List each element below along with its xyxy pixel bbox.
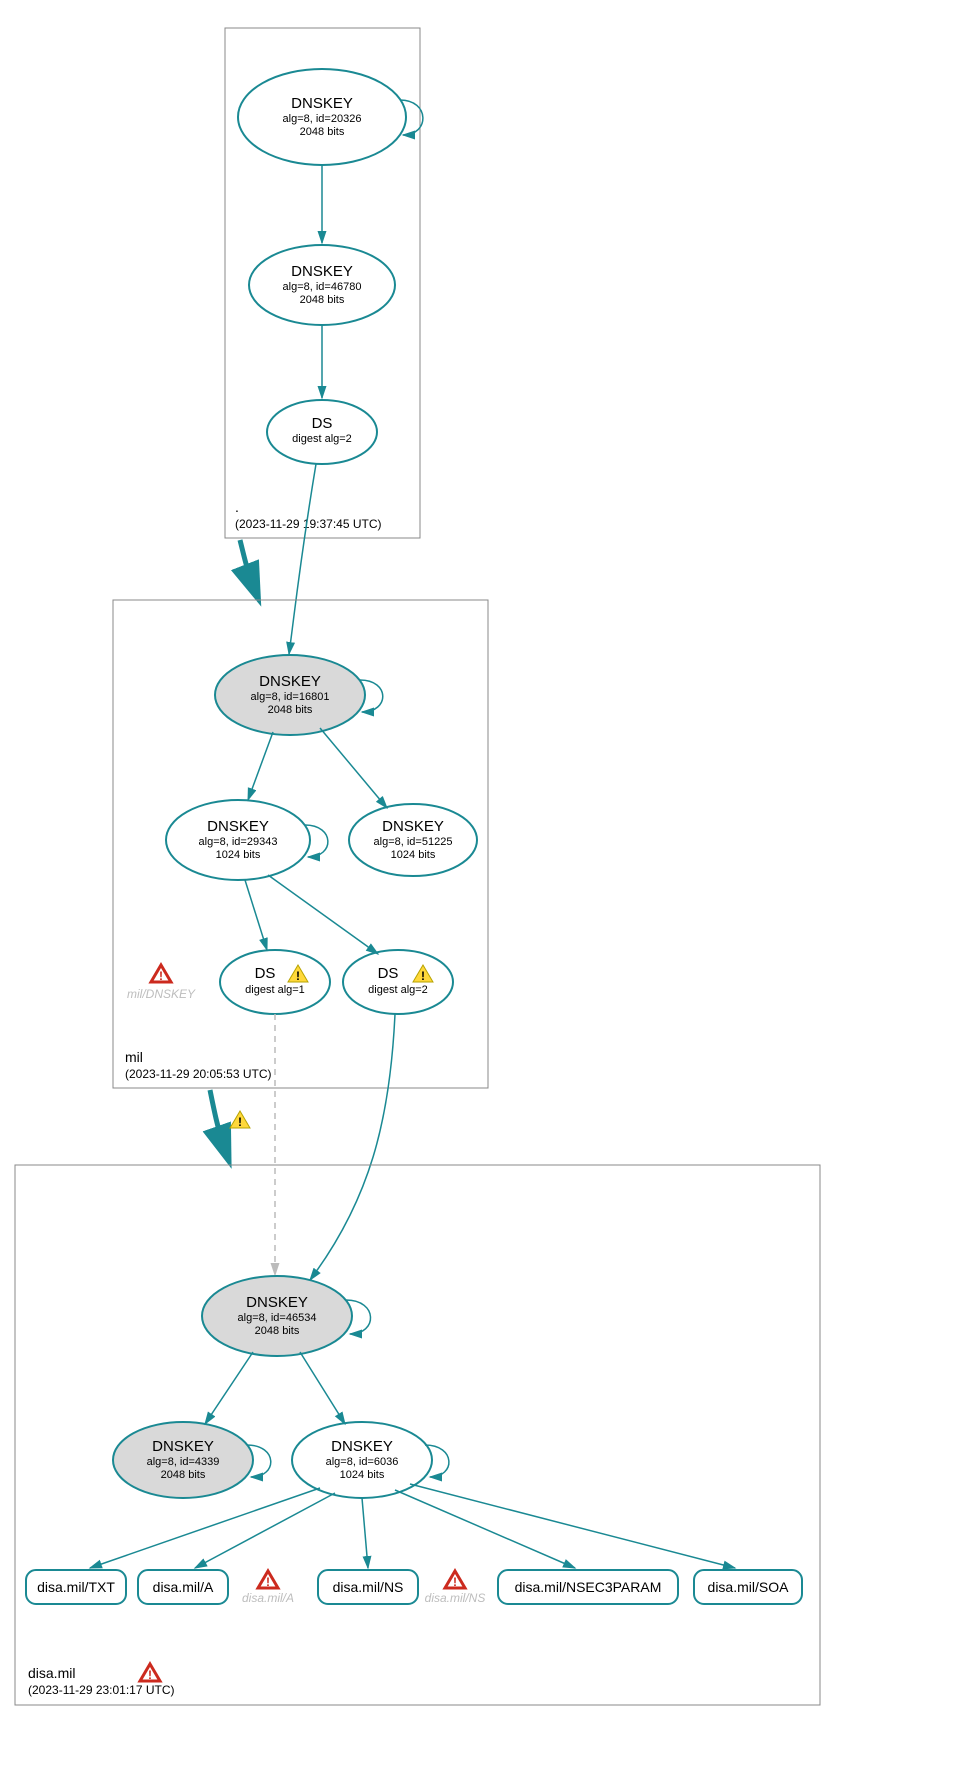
leaf-ns[interactable]: disa.mil/NS bbox=[318, 1570, 418, 1604]
edge bbox=[362, 1498, 368, 1568]
leaf-nsec3[interactable]: disa.mil/NSEC3PARAM bbox=[498, 1570, 678, 1604]
zone-root-timestamp: (2023-11-29 19:37:45 UTC) bbox=[235, 517, 382, 531]
svg-text:disa.mil/TXT: disa.mil/TXT bbox=[37, 1579, 115, 1595]
svg-text:alg=8, id=16801: alg=8, id=16801 bbox=[251, 691, 330, 703]
node-disa-oldkey[interactable]: DNSKEY alg=8, id=4339 2048 bits bbox=[113, 1422, 253, 1498]
zone-mil-timestamp: (2023-11-29 20:05:53 UTC) bbox=[125, 1067, 272, 1081]
svg-text:mil/DNSKEY: mil/DNSKEY bbox=[127, 987, 196, 1001]
svg-text:alg=8, id=20326: alg=8, id=20326 bbox=[283, 113, 362, 125]
node-root-ds[interactable]: DS digest alg=2 bbox=[267, 400, 377, 464]
edge-delegation-root-to-mil bbox=[240, 540, 254, 588]
error-icon bbox=[151, 965, 171, 983]
svg-text:digest alg=1: digest alg=1 bbox=[245, 984, 305, 996]
svg-text:2048 bits: 2048 bits bbox=[255, 1325, 300, 1337]
svg-text:DNSKEY: DNSKEY bbox=[291, 263, 353, 280]
svg-text:1024 bits: 1024 bits bbox=[216, 849, 261, 861]
edge bbox=[410, 1484, 735, 1568]
leaf-txt[interactable]: disa.mil/TXT bbox=[26, 1570, 126, 1604]
svg-text:DNSKEY: DNSKEY bbox=[152, 1438, 214, 1455]
svg-text:DNSKEY: DNSKEY bbox=[207, 818, 269, 835]
svg-text:DS: DS bbox=[255, 965, 276, 982]
svg-text:alg=8, id=46534: alg=8, id=46534 bbox=[238, 1312, 317, 1324]
svg-text:disa.mil/A: disa.mil/A bbox=[242, 1591, 294, 1605]
ghost-mil-dnskey: mil/DNSKEY bbox=[127, 965, 196, 1001]
node-mil-ksk[interactable]: DNSKEY alg=8, id=16801 2048 bits bbox=[215, 655, 365, 735]
error-icon bbox=[445, 1571, 465, 1589]
edge bbox=[310, 1014, 395, 1280]
zone-root-label: . bbox=[235, 499, 239, 515]
svg-text:alg=8, id=6036: alg=8, id=6036 bbox=[326, 1456, 399, 1468]
edge bbox=[320, 728, 387, 808]
svg-text:disa.mil/A: disa.mil/A bbox=[153, 1579, 214, 1595]
svg-text:DS: DS bbox=[312, 415, 333, 432]
svg-text:DNSKEY: DNSKEY bbox=[291, 95, 353, 112]
svg-text:2048 bits: 2048 bits bbox=[300, 126, 345, 138]
edge bbox=[248, 732, 273, 800]
svg-text:DNSKEY: DNSKEY bbox=[382, 818, 444, 835]
svg-text:digest alg=2: digest alg=2 bbox=[292, 433, 352, 445]
svg-text:alg=8, id=29343: alg=8, id=29343 bbox=[199, 836, 278, 848]
edge bbox=[195, 1493, 335, 1568]
edge bbox=[90, 1488, 320, 1568]
zone-mil-label: mil bbox=[125, 1049, 143, 1065]
node-mil-ds2[interactable]: DS digest alg=2 bbox=[343, 950, 453, 1014]
svg-text:alg=8, id=51225: alg=8, id=51225 bbox=[374, 836, 453, 848]
svg-text:DS: DS bbox=[378, 965, 399, 982]
svg-text:1024 bits: 1024 bits bbox=[340, 1469, 385, 1481]
zone-disa-label: disa.mil bbox=[28, 1665, 75, 1681]
svg-text:DNSKEY: DNSKEY bbox=[331, 1438, 393, 1455]
node-mil-ds1[interactable]: DS digest alg=1 bbox=[220, 950, 330, 1014]
svg-text:DNSKEY: DNSKEY bbox=[246, 1294, 308, 1311]
error-icon bbox=[258, 1571, 278, 1589]
svg-text:disa.mil/NS: disa.mil/NS bbox=[425, 1591, 486, 1605]
leaf-a[interactable]: disa.mil/A bbox=[138, 1570, 228, 1604]
edge bbox=[268, 875, 378, 954]
edge bbox=[205, 1352, 253, 1424]
ghost-disa-ns: disa.mil/NS bbox=[425, 1571, 486, 1605]
leaf-soa[interactable]: disa.mil/SOA bbox=[694, 1570, 802, 1604]
svg-text:alg=8, id=4339: alg=8, id=4339 bbox=[147, 1456, 220, 1468]
node-root-ksk[interactable]: DNSKEY alg=8, id=20326 2048 bits bbox=[238, 69, 406, 165]
svg-text:disa.mil/SOA: disa.mil/SOA bbox=[708, 1579, 790, 1595]
svg-text:1024 bits: 1024 bits bbox=[391, 849, 436, 861]
node-mil-zsk2[interactable]: DNSKEY alg=8, id=51225 1024 bits bbox=[349, 804, 477, 876]
node-root-zsk[interactable]: DNSKEY alg=8, id=46780 2048 bits bbox=[249, 245, 395, 325]
edge bbox=[289, 464, 316, 654]
svg-text:DNSKEY: DNSKEY bbox=[259, 673, 321, 690]
edge bbox=[245, 880, 267, 950]
svg-text:2048 bits: 2048 bits bbox=[268, 704, 313, 716]
edge-delegation-mil-to-disa bbox=[210, 1090, 225, 1150]
edge bbox=[300, 1352, 345, 1424]
error-icon bbox=[140, 1664, 160, 1682]
svg-text:alg=8, id=46780: alg=8, id=46780 bbox=[283, 281, 362, 293]
edge bbox=[395, 1490, 575, 1568]
warning-icon bbox=[230, 1111, 250, 1129]
node-mil-zsk1[interactable]: DNSKEY alg=8, id=29343 1024 bits bbox=[166, 800, 310, 880]
svg-text:disa.mil/NS: disa.mil/NS bbox=[333, 1579, 404, 1595]
svg-text:2048 bits: 2048 bits bbox=[300, 294, 345, 306]
svg-text:disa.mil/NSEC3PARAM: disa.mil/NSEC3PARAM bbox=[515, 1579, 662, 1595]
svg-text:digest alg=2: digest alg=2 bbox=[368, 984, 428, 996]
zone-disa-timestamp: (2023-11-29 23:01:17 UTC) bbox=[28, 1683, 175, 1697]
ghost-disa-a: disa.mil/A bbox=[242, 1571, 294, 1605]
node-disa-ksk[interactable]: DNSKEY alg=8, id=46534 2048 bits bbox=[202, 1276, 352, 1356]
node-disa-zsk[interactable]: DNSKEY alg=8, id=6036 1024 bits bbox=[292, 1422, 432, 1498]
svg-text:2048 bits: 2048 bits bbox=[161, 1469, 206, 1481]
